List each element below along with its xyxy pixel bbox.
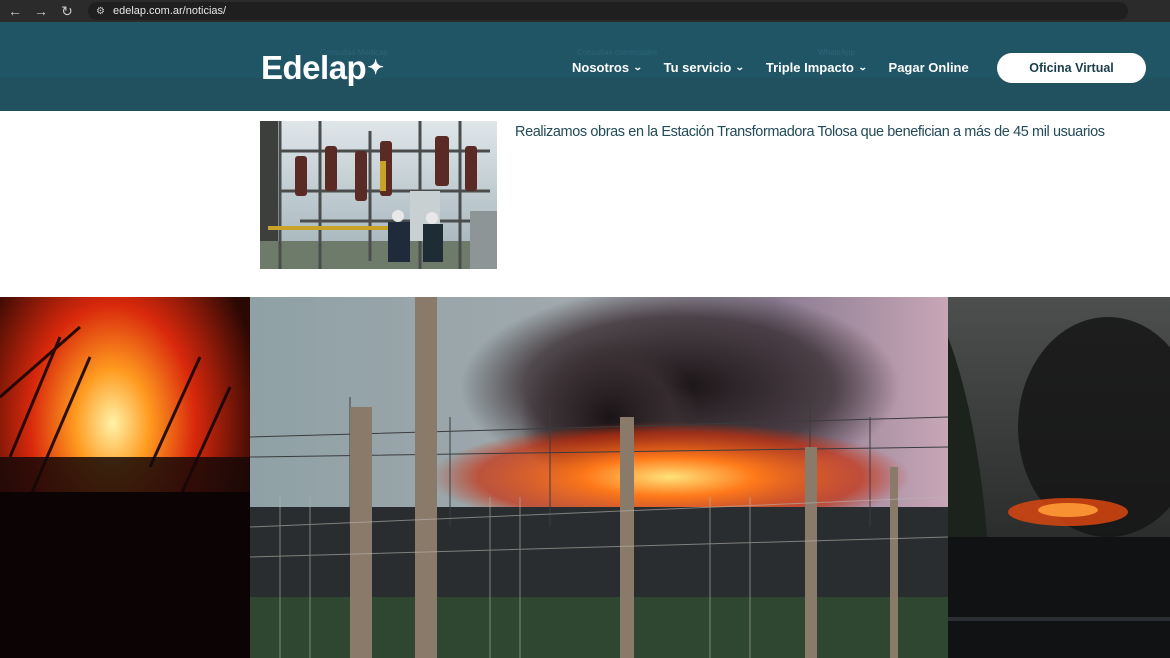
sparkle-icon: ✦ — [367, 57, 384, 79]
edelap-logo[interactable]: Edelap✦ — [261, 49, 384, 86]
substation-illustration — [260, 121, 497, 269]
nav-item-tu-servicio[interactable]: Tu servicio ⌄ — [663, 60, 745, 75]
main-nav: Nosotros ⌄ Tu servicio ⌄ Triple Impacto … — [572, 60, 991, 75]
topbar-item[interactable]: Consultas comerciales — [577, 48, 657, 57]
nav-label: Tu servicio — [663, 60, 732, 75]
forward-arrow-icon[interactable]: → — [30, 0, 52, 22]
nav-item-pagar-online[interactable]: Pagar Online — [889, 60, 969, 75]
site-settings-icon[interactable]: ⚙ — [96, 6, 105, 17]
nav-label: Nosotros — [572, 60, 630, 75]
address-bar[interactable]: ⚙ edelap.com.ar/noticias/ — [88, 2, 1128, 20]
address-url: edelap.com.ar/noticias/ — [112, 5, 227, 17]
chevron-down-icon: ⌄ — [632, 62, 643, 72]
reload-icon[interactable]: ↻ — [56, 0, 78, 22]
news-thumbnail-image[interactable] — [260, 121, 497, 269]
news-title-link[interactable]: Realizamos obras en la Estación Transfor… — [515, 123, 1145, 141]
substation-fire-image — [250, 297, 948, 658]
oficina-virtual-button[interactable]: Oficina Virtual — [997, 53, 1146, 83]
fire-photo-left[interactable] — [0, 297, 250, 658]
back-arrow-icon[interactable]: ← — [4, 0, 26, 22]
site-header: Consultas Médicas Consultas comerciales … — [0, 22, 1170, 111]
chevron-down-icon: ⌄ — [857, 62, 868, 72]
nav-label: Pagar Online — [888, 60, 969, 75]
browser-toolbar: ← → ↻ ⚙ edelap.com.ar/noticias/ — [0, 0, 1170, 22]
header-bottom-strip — [0, 78, 1170, 111]
nav-item-nosotros[interactable]: Nosotros ⌄ — [572, 60, 643, 75]
fire-photo-right[interactable] — [948, 297, 1170, 658]
fire-photo-right-image — [948, 297, 1170, 658]
topbar-item[interactable]: WhatsApp — [818, 48, 855, 57]
nav-item-triple-impacto[interactable]: Triple Impacto ⌄ — [765, 60, 868, 75]
logo-text: Edelap — [261, 49, 367, 86]
fire-photo-main[interactable] — [250, 297, 948, 658]
chevron-down-icon: ⌄ — [735, 62, 745, 72]
fire-photo-left-image — [0, 297, 250, 658]
nav-label: Triple Impacto — [765, 60, 854, 75]
